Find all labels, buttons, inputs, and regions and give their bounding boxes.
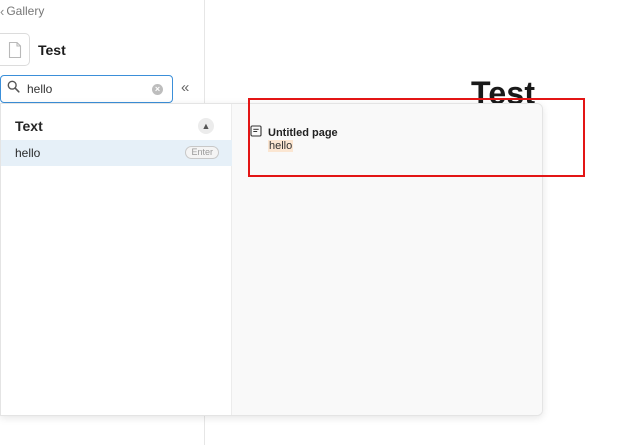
chevron-left-icon: ‹ <box>0 3 5 19</box>
preview-snippet-highlight: hello <box>268 140 294 152</box>
collapse-sidebar-icon[interactable]: « <box>181 80 189 95</box>
results-list: Text ▲ hello Enter <box>1 104 232 415</box>
document-icon <box>250 124 262 142</box>
current-page[interactable]: Test <box>0 33 66 66</box>
search-icon <box>7 80 20 98</box>
back-link-label: Gallery <box>6 4 45 18</box>
result-item[interactable]: hello Enter <box>1 140 232 166</box>
result-preview: Untitled page hello <box>232 104 542 415</box>
search-results-popover: Text ▲ hello Enter Untitled page hello <box>0 103 543 416</box>
result-group-header: Text <box>15 118 43 134</box>
chevron-up-icon[interactable]: ▲ <box>198 118 214 134</box>
page-icon <box>0 33 30 66</box>
preview-page-title: Untitled page <box>268 127 338 139</box>
search-input[interactable] <box>27 82 139 96</box>
enter-shortcut-badge: Enter <box>185 146 219 159</box>
preview-header[interactable]: Untitled page <box>250 124 338 142</box>
result-item-label: hello <box>15 146 41 160</box>
page-name: Test <box>38 41 66 58</box>
back-to-gallery-link[interactable]: ‹ Gallery <box>0 4 44 18</box>
search-field[interactable]: × <box>0 75 173 103</box>
clear-search-icon[interactable]: × <box>152 84 163 95</box>
